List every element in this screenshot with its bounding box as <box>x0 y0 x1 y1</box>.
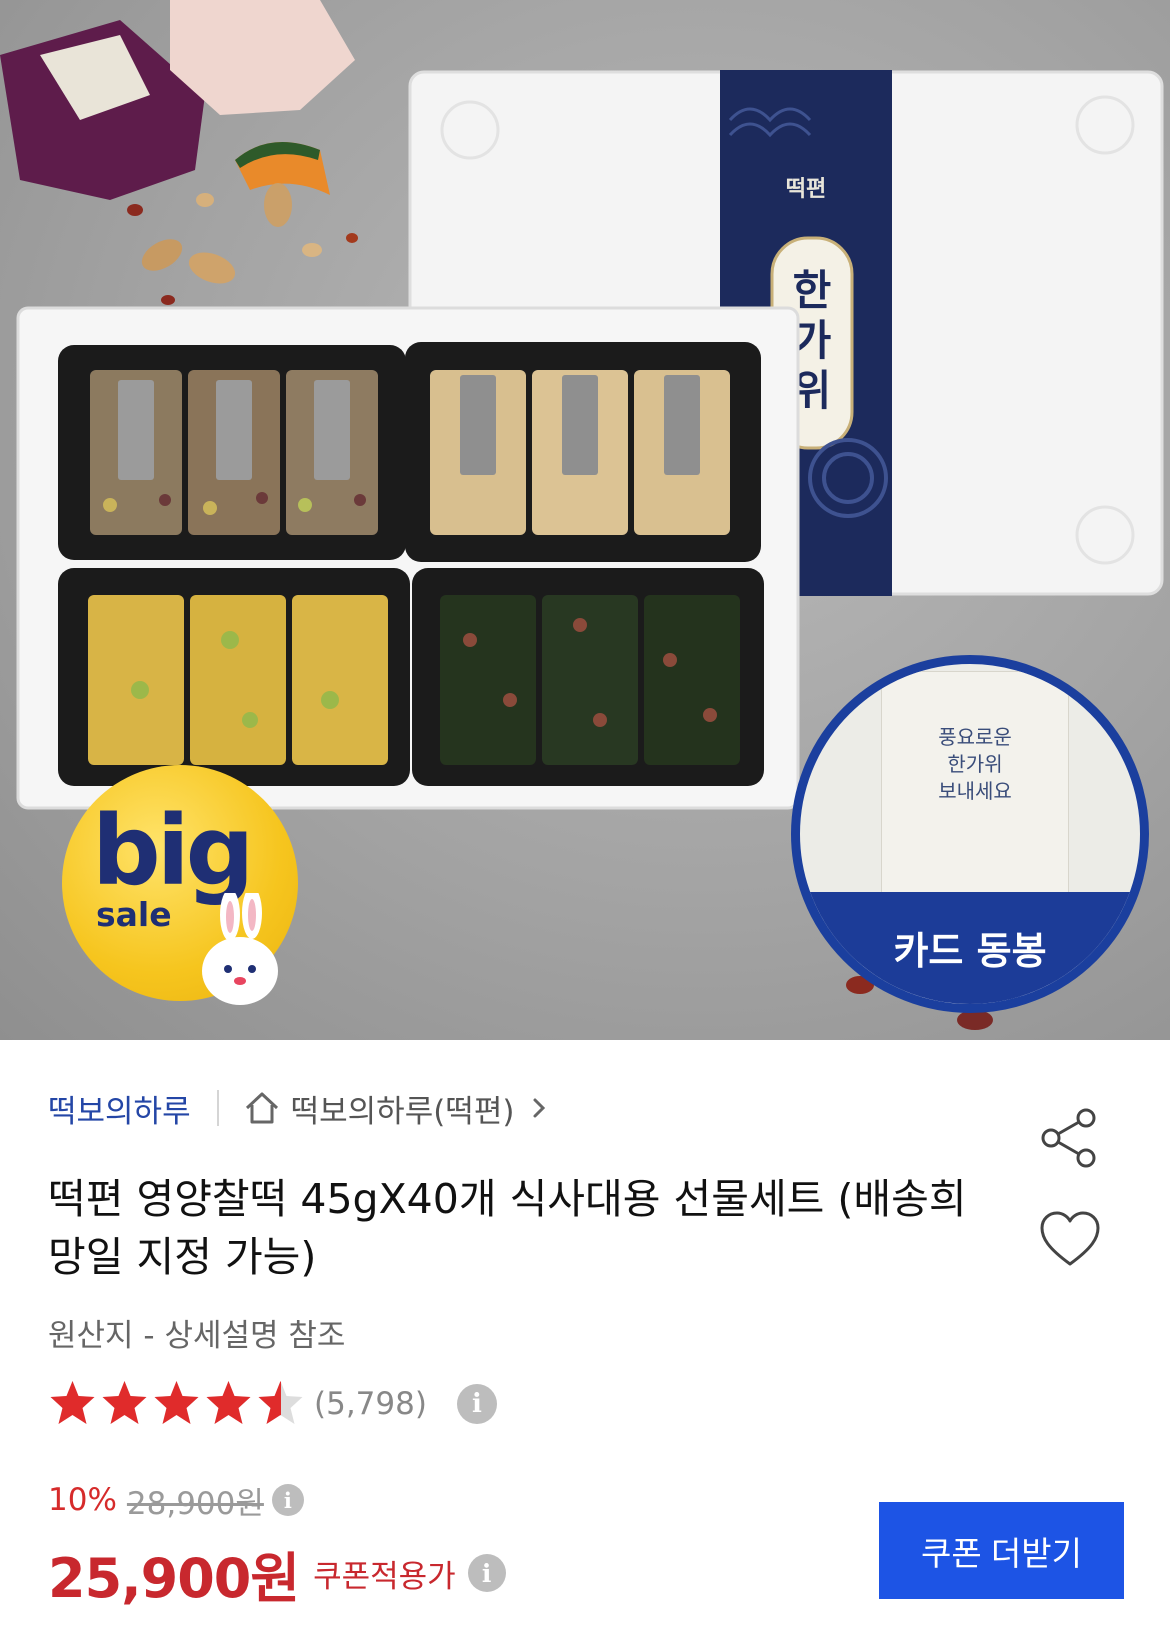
card-enclosed-badge: 풍요로운 한가위 보내세요 카드 동봉 <box>791 655 1149 1013</box>
home-icon[interactable] <box>243 1089 281 1127</box>
rating-row[interactable]: (5,798) i <box>48 1376 497 1432</box>
rabbit-icon <box>202 893 278 1005</box>
store-link[interactable]: 떡보의하루(떡편) <box>291 1086 515 1131</box>
discount-rate: 10% <box>48 1482 117 1518</box>
original-price-info-icon[interactable]: i <box>271 1484 304 1516</box>
card-line-3: 보내세요 <box>938 779 1012 803</box>
badge-sale-text: sale <box>96 895 172 934</box>
breadcrumb: 떡보의하루 떡보의하루(떡편) <box>48 1086 550 1131</box>
sale-price: 25,900원 <box>48 1546 300 1610</box>
origin-text: 원산지 - 상세설명 참조 <box>48 1318 346 1354</box>
chevron-right-icon[interactable] <box>528 1094 550 1122</box>
product-info-section: 떡보의하루 떡보의하루(떡편) 떡편 영양찰떡 45gX40개 식사대용 선물세… <box>0 1040 1170 1631</box>
coupon-price-label: 쿠폰적용가 <box>313 1558 456 1595</box>
star-rating-filled <box>48 1379 281 1429</box>
original-price: 28,900원 <box>126 1485 264 1522</box>
star-icon <box>154 1381 199 1424</box>
star-icon <box>206 1381 251 1424</box>
price-row: 25,900원 쿠폰적용가 i <box>48 1538 506 1610</box>
rating-info-icon[interactable]: i <box>456 1384 497 1424</box>
badge-big-text: big <box>92 795 254 907</box>
card-line-1: 풍요로운 <box>938 725 1012 749</box>
heart-icon[interactable] <box>1038 1210 1102 1270</box>
card-enclosed-band: 카드 동봉 <box>800 892 1140 1004</box>
big-sale-badge: big sale <box>62 765 298 1005</box>
star-rating <box>48 1379 306 1429</box>
star-icon <box>50 1381 95 1424</box>
review-count[interactable]: (5,798) <box>314 1386 427 1422</box>
svg-text:한: 한 <box>793 266 832 315</box>
discount-row: 10% 28,900원 i <box>48 1477 304 1523</box>
breadcrumb-divider <box>216 1090 219 1126</box>
get-more-coupons-button[interactable]: 쿠폰 더받기 <box>879 1502 1124 1599</box>
share-icon[interactable] <box>1038 1106 1102 1170</box>
svg-text:떡편: 떡편 <box>786 177 826 202</box>
card-enclosed-label: 카드 동봉 <box>893 929 1047 973</box>
card-line-2: 한가위 <box>947 752 1003 776</box>
product-title: 떡편 영양찰떡 45gX40개 식사대용 선물세트 (배송희망일 지정 가능) <box>48 1175 967 1281</box>
star-icon <box>258 1381 281 1424</box>
coupon-price-info-icon[interactable]: i <box>467 1554 506 1592</box>
product-hero-image: 한 가 위 떡편 big sale 풍요로운 한가위 보내세요 카드 동봉 <box>0 0 1170 1040</box>
brand-link[interactable]: 떡보의하루 <box>48 1086 191 1131</box>
star-icon <box>102 1381 147 1424</box>
greeting-card-image: 풍요로운 한가위 보내세요 <box>882 672 1068 912</box>
